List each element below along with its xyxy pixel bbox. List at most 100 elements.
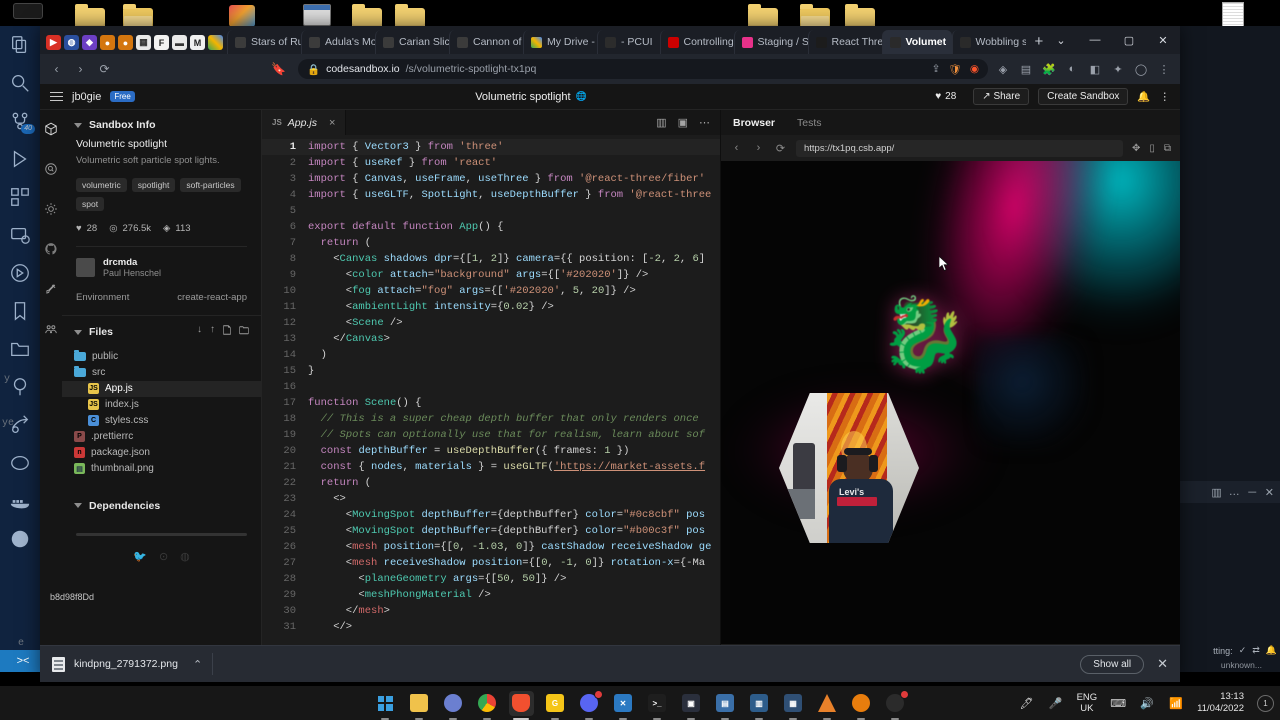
- desktop-icon-window[interactable]: [303, 4, 333, 26]
- taskbar-item-vlc[interactable]: [815, 691, 840, 720]
- download-item[interactable]: kindpng_2791372.png ⌃: [52, 656, 202, 672]
- sandbox-tag[interactable]: volumetric: [76, 177, 127, 192]
- split-editor-icon[interactable]: ▥: [656, 116, 666, 129]
- preview-url-input[interactable]: https://tx1pq.csb.app/: [796, 139, 1123, 157]
- notification-center-button[interactable]: 1: [1257, 694, 1274, 712]
- reload-button[interactable]: ⟳: [96, 61, 113, 78]
- back-button[interactable]: ‹: [48, 61, 65, 78]
- wallet-icon[interactable]: ◈: [995, 61, 1011, 77]
- preview-icon[interactable]: ▣: [678, 116, 688, 129]
- editor-tab-app-js[interactable]: JS App.js ×: [262, 110, 347, 135]
- preview-canvas[interactable]: 🐉 Levi's: [721, 161, 1180, 644]
- bell-icon[interactable]: 🔔: [1137, 90, 1150, 103]
- sandbox-tag[interactable]: spot: [76, 196, 105, 211]
- language-indicator[interactable]: ENG UK: [1077, 692, 1098, 714]
- circle-icon[interactable]: [9, 452, 31, 474]
- new-file-icon[interactable]: 🗋: [223, 324, 231, 341]
- github-icon[interactable]: ⊙: [159, 550, 168, 563]
- device-icon[interactable]: ▯: [1149, 143, 1155, 154]
- browser-tab[interactable]: Wobbling sp: [951, 30, 1026, 54]
- taskbar-item-brave[interactable]: [508, 690, 534, 720]
- share-button[interactable]: ↗ Share: [973, 88, 1030, 105]
- more-icon[interactable]: ⋯: [699, 116, 710, 129]
- file-tree-row[interactable]: src: [62, 365, 261, 381]
- taskbar-item-steam[interactable]: [441, 691, 466, 720]
- mic-icon[interactable]: 🎤: [1048, 695, 1064, 711]
- download-icon[interactable]: ↓: [197, 324, 202, 341]
- quick-icon-blue[interactable]: ◍: [64, 35, 79, 50]
- taskbar-item-obs[interactable]: [883, 689, 909, 720]
- create-sandbox-button[interactable]: Create Sandbox: [1038, 88, 1129, 105]
- taskbar-item-start-button[interactable]: [373, 691, 398, 720]
- brave-shield-icon[interactable]: 🛡: [948, 63, 961, 76]
- taskbar-item-blender[interactable]: [849, 691, 874, 720]
- quick-icon-orange-2[interactable]: ●: [118, 35, 133, 50]
- keyboard-icon[interactable]: ⌨: [1110, 695, 1126, 711]
- desktop-icon-dark-bar[interactable]: [13, 3, 43, 25]
- run-debug-icon[interactable]: [9, 148, 31, 170]
- taskbar-item-discord[interactable]: [577, 689, 603, 720]
- browser-tab[interactable]: Controlling: [659, 30, 734, 54]
- testing-icon[interactable]: [9, 262, 31, 284]
- panel-close-icon[interactable]: ✕: [1265, 486, 1274, 499]
- sandbox-tag[interactable]: soft-particles: [180, 177, 241, 192]
- upload-icon[interactable]: ↑: [210, 324, 215, 341]
- browser-tab[interactable]: Volumet✕: [881, 30, 952, 54]
- panel-more-icon[interactable]: …: [1229, 486, 1240, 498]
- forward-button[interactable]: ›: [72, 61, 89, 78]
- panel-minimize-icon[interactable]: －: [1247, 484, 1258, 500]
- desktop-icon-document[interactable]: [1222, 2, 1252, 28]
- responsive-icon[interactable]: ✥: [1132, 143, 1140, 154]
- file-tree-row[interactable]: JS index.js: [62, 397, 261, 413]
- browser-tab[interactable]: Carian Slicer: [375, 30, 449, 54]
- like-count[interactable]: ♥ 28: [927, 89, 964, 104]
- close-button[interactable]: ✕: [1146, 29, 1180, 51]
- more-vertical-icon[interactable]: ⋮: [1160, 91, 1171, 103]
- remote-explorer-icon[interactable]: [9, 224, 31, 246]
- file-tree-row[interactable]: P .prettierrc: [62, 429, 261, 445]
- vscode-bell-icon[interactable]: 🔔: [1266, 645, 1277, 656]
- taskbar-item-vscode[interactable]: ✕: [611, 691, 636, 720]
- file-tree-row[interactable]: public: [62, 349, 261, 365]
- preview-forward-button[interactable]: ›: [752, 142, 765, 154]
- taskbar-item-file-manager[interactable]: ▦: [781, 691, 806, 720]
- vscode-panel-tabs[interactable]: ▥ … － ✕: [1180, 481, 1280, 503]
- preview-reload-button[interactable]: ⟳: [774, 142, 787, 155]
- dependencies-section-header[interactable]: Dependencies: [62, 491, 261, 519]
- close-shelf-button[interactable]: ✕: [1157, 656, 1168, 672]
- search-icon[interactable]: [9, 72, 31, 94]
- show-all-button[interactable]: Show all: [1080, 654, 1145, 674]
- author-block[interactable]: drcmda Paul Henschel: [76, 257, 247, 278]
- taskbar-item-terminal-preview[interactable]: >_: [645, 691, 670, 720]
- quick-icon-red[interactable]: ▶: [46, 35, 61, 50]
- taskbar-item-file-explorer[interactable]: [407, 691, 432, 720]
- share-icon[interactable]: ⇪: [932, 63, 941, 76]
- tab-tests[interactable]: Tests: [797, 117, 822, 129]
- pen-icon[interactable]: 🖊: [1019, 695, 1035, 711]
- browser-tab[interactable]: Stars of Ruin: [227, 30, 301, 54]
- quick-icon-f[interactable]: F: [154, 35, 169, 50]
- taskbar-item-chrome[interactable]: [475, 691, 500, 720]
- hamburger-icon[interactable]: [50, 91, 63, 102]
- browser-menu-icon[interactable]: ⋮: [1156, 61, 1172, 77]
- download-menu-chevron-icon[interactable]: ⌃: [193, 658, 202, 671]
- github-icon[interactable]: [44, 242, 58, 261]
- people-icon[interactable]: [44, 322, 58, 341]
- twitter-icon[interactable]: 🐦: [133, 550, 147, 563]
- ext3-icon[interactable]: ◧: [1087, 61, 1103, 77]
- sidebar-icon[interactable]: ▤: [1018, 61, 1034, 77]
- gear-icon[interactable]: [44, 202, 58, 221]
- rocket-icon[interactable]: [44, 282, 58, 301]
- quick-icon-capsule[interactable]: ▬: [172, 35, 187, 50]
- tab-search-chevron-icon[interactable]: ⌄: [1044, 29, 1078, 51]
- sandbox-tag[interactable]: spotlight: [131, 177, 176, 192]
- external-window-icon[interactable]: ⧉: [1164, 143, 1171, 154]
- taskbar-item-terminal[interactable]: ▣: [679, 691, 704, 720]
- taskbar-item-remote-desktop[interactable]: ▤: [713, 691, 738, 720]
- code-content[interactable]: 1 import { Vector3 } from 'three' 2 import …: [262, 135, 720, 682]
- profile-icon[interactable]: ◯: [1133, 61, 1149, 77]
- project-manager-icon[interactable]: [9, 338, 31, 360]
- ext4-icon[interactable]: ✦: [1110, 61, 1126, 77]
- file-tree-row[interactable]: ▤ thumbnail.png: [62, 461, 261, 477]
- username-label[interactable]: jb0gie: [72, 91, 101, 103]
